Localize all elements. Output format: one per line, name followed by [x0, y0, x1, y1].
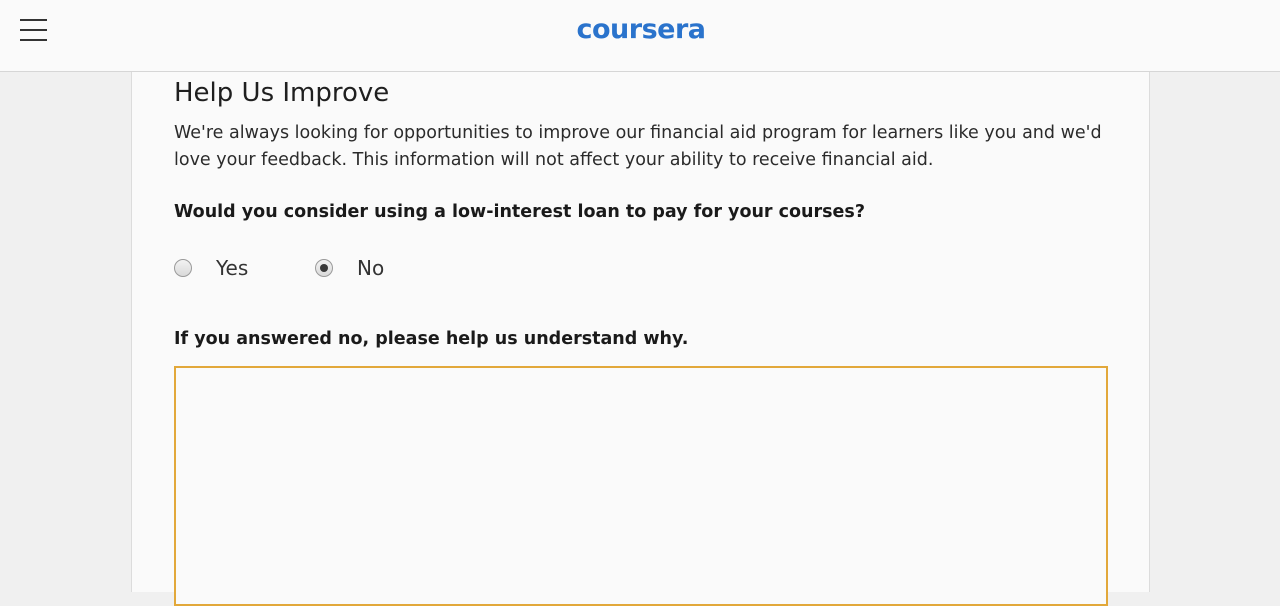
menu-line: [20, 29, 47, 31]
intro-text: We're always looking for opportunities t…: [174, 123, 1102, 170]
radio-yes-option[interactable]: Yes: [174, 252, 248, 284]
radio-no-option[interactable]: No: [315, 252, 384, 284]
radio-no[interactable]: [315, 259, 333, 277]
top-header: coursera: [0, 0, 1280, 72]
menu-line: [20, 19, 47, 21]
coursera-logo[interactable]: coursera: [570, 10, 712, 50]
radio-yes[interactable]: [174, 259, 192, 277]
radio-yes-label: Yes: [216, 256, 249, 280]
why-question: If you answered no, please help us under…: [174, 329, 689, 349]
loan-question: Would you consider using a low-interest …: [174, 202, 865, 222]
page-title: Help Us Improve: [174, 78, 390, 108]
hamburger-menu-icon[interactable]: [20, 18, 48, 42]
menu-line: [20, 39, 47, 41]
radio-no-label: No: [357, 256, 385, 280]
feedback-card: Help Us Improve We're always looking for…: [131, 72, 1150, 606]
feedback-textarea[interactable]: [174, 366, 1108, 606]
